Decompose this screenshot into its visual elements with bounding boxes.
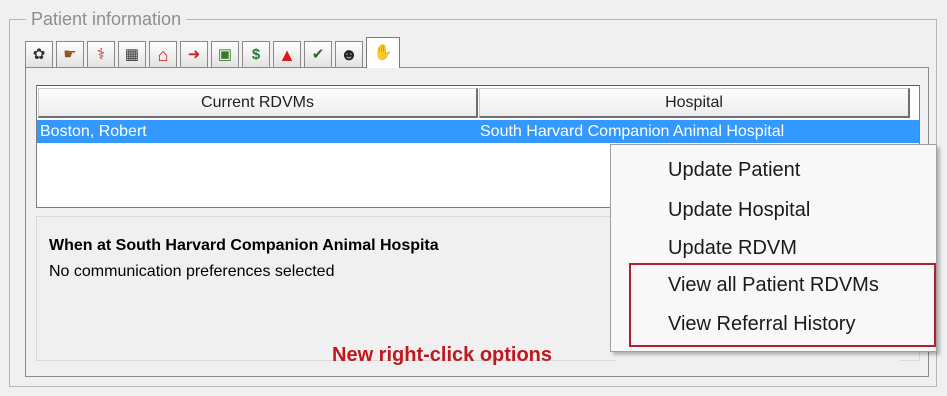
alert-warning-icon: ▲: [278, 44, 296, 65]
column-header-hospital[interactable]: Hospital: [479, 88, 910, 118]
comm-preferences-title: When at South Harvard Companion Animal H…: [49, 237, 439, 254]
paw-print-icon: ✿: [32, 45, 46, 63]
folder-document-icon: ▣: [217, 45, 233, 63]
menu-item-update-rdvm[interactable]: Update RDVM: [668, 236, 797, 260]
row-rdvm-name: Boston, Robert: [40, 123, 147, 140]
exit-door-icon: ➜: [187, 45, 201, 63]
tab-paw-print[interactable]: ✿: [25, 41, 53, 67]
person-contact-icon: ☻: [340, 44, 358, 64]
tab-billing[interactable]: $: [242, 41, 270, 67]
checklist-icon: ✔: [311, 45, 325, 63]
comm-preferences-status: No communication preferences selected: [49, 263, 335, 280]
tab-exit-door[interactable]: ➜: [180, 41, 208, 67]
tab-handshake[interactable]: ✋: [366, 37, 400, 68]
handshake-icon: ✋: [373, 44, 393, 61]
table-row-selected[interactable]: Boston, Robert South Harvard Companion A…: [37, 120, 919, 143]
home-icon: ⌂: [157, 44, 169, 65]
tab-vaccine-chart[interactable]: ▦: [118, 41, 146, 67]
new-options-callout: New right-click options: [332, 344, 553, 366]
group-title: Patient information: [26, 8, 187, 30]
tab-alert-warning[interactable]: ▲: [273, 41, 301, 67]
tab-folder-document[interactable]: ▣: [211, 41, 239, 67]
listview-header: Current RDVMs Hospital: [37, 86, 919, 119]
tab-hand-pointer[interactable]: ☛: [56, 41, 84, 67]
tab-person-contact[interactable]: ☻: [335, 41, 363, 67]
menu-item-update-hospital[interactable]: Update Hospital: [668, 198, 810, 222]
vaccine-chart-icon: ▦: [124, 45, 140, 63]
menu-item-update-patient[interactable]: Update Patient: [668, 158, 800, 182]
row-hospital-name: South Harvard Companion Animal Hospital: [480, 123, 785, 140]
tab-medical-cross[interactable]: ⚕: [87, 41, 115, 67]
column-header-current-rdvms[interactable]: Current RDVMs: [38, 88, 478, 118]
tab-home[interactable]: ⌂: [149, 41, 177, 67]
medical-cross-icon: ⚕: [96, 45, 106, 63]
billing-icon: $: [251, 45, 261, 63]
new-options-highlight-box: [629, 263, 936, 347]
tab-checklist[interactable]: ✔: [304, 41, 332, 67]
hand-pointer-icon: ☛: [63, 45, 77, 63]
communication-preferences-panel: When at South Harvard Companion Animal H…: [36, 216, 616, 361]
